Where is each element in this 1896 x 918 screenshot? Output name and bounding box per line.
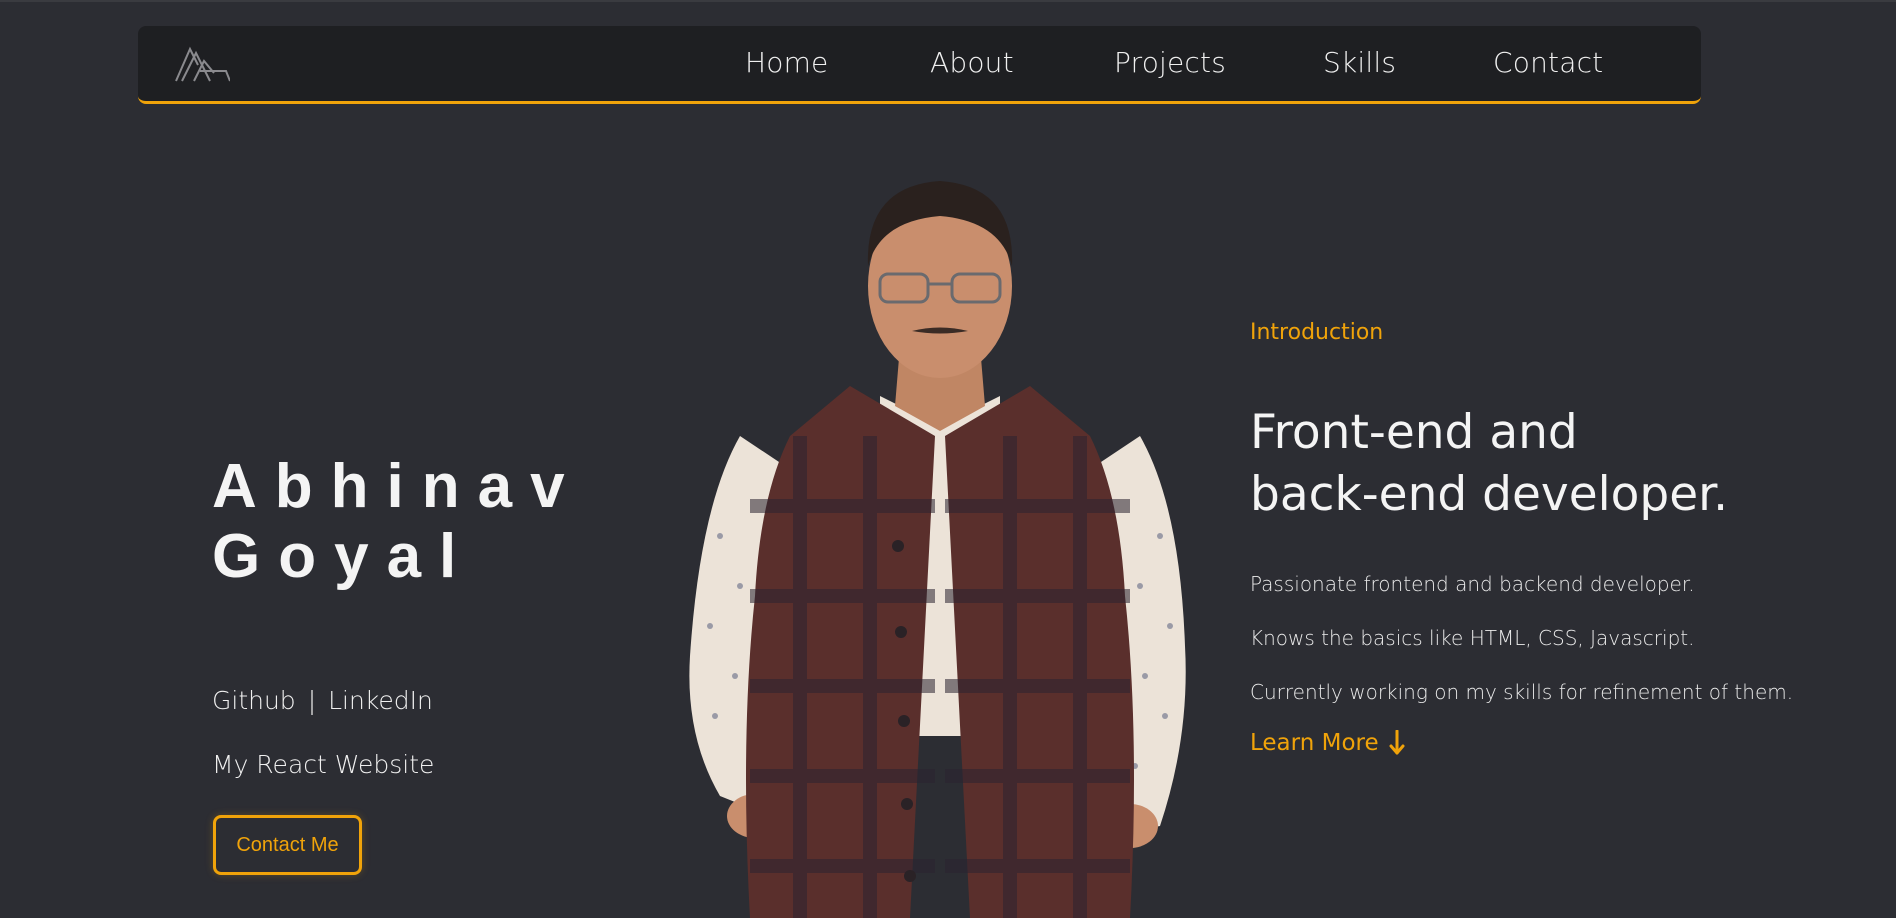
logo-icon[interactable] (174, 43, 230, 83)
nav-projects-link[interactable]: Projects (1114, 46, 1226, 79)
page: Home About Projects Skills Contact Abhin… (0, 0, 1896, 918)
headline: Front-end and back-end developer. (1250, 402, 1728, 526)
last-name: Goyal (212, 522, 475, 591)
description-line-3: Currently working on my skills for refin… (1250, 680, 1794, 704)
description-line-2: Knows the basics like HTML, CSS, Javascr… (1250, 626, 1695, 650)
arrow-down-icon (1389, 730, 1405, 755)
navbar: Home About Projects Skills Contact (138, 26, 1701, 104)
first-name: Abhinav (212, 452, 583, 521)
nav-contact-link[interactable]: Contact (1493, 46, 1603, 79)
learn-more-label: Learn More (1250, 730, 1379, 756)
learn-more-link[interactable]: Learn More (1250, 730, 1405, 756)
headline-line-1: Front-end and (1250, 405, 1578, 460)
intro-label: Introduction (1250, 320, 1384, 345)
contact-me-button[interactable]: Contact Me (213, 815, 362, 875)
profile-photo (689, 181, 1186, 918)
description-line-1: Passionate frontend and backend develope… (1250, 572, 1695, 596)
headline-line-2: back-end developer. (1250, 467, 1729, 522)
react-website-link[interactable]: My React Website (212, 750, 434, 779)
top-divider (0, 0, 1896, 2)
linkedin-link[interactable]: LinkedIn (328, 686, 433, 715)
nav-skills-link[interactable]: Skills (1323, 46, 1396, 79)
nav-about-link[interactable]: About (930, 46, 1014, 79)
github-link[interactable]: Github (212, 686, 296, 715)
hero-name: Abhinav Goyal (212, 452, 583, 592)
link-separator: | (307, 686, 317, 715)
social-links: Github | LinkedIn (212, 686, 433, 715)
nav-home-link[interactable]: Home (745, 46, 829, 79)
